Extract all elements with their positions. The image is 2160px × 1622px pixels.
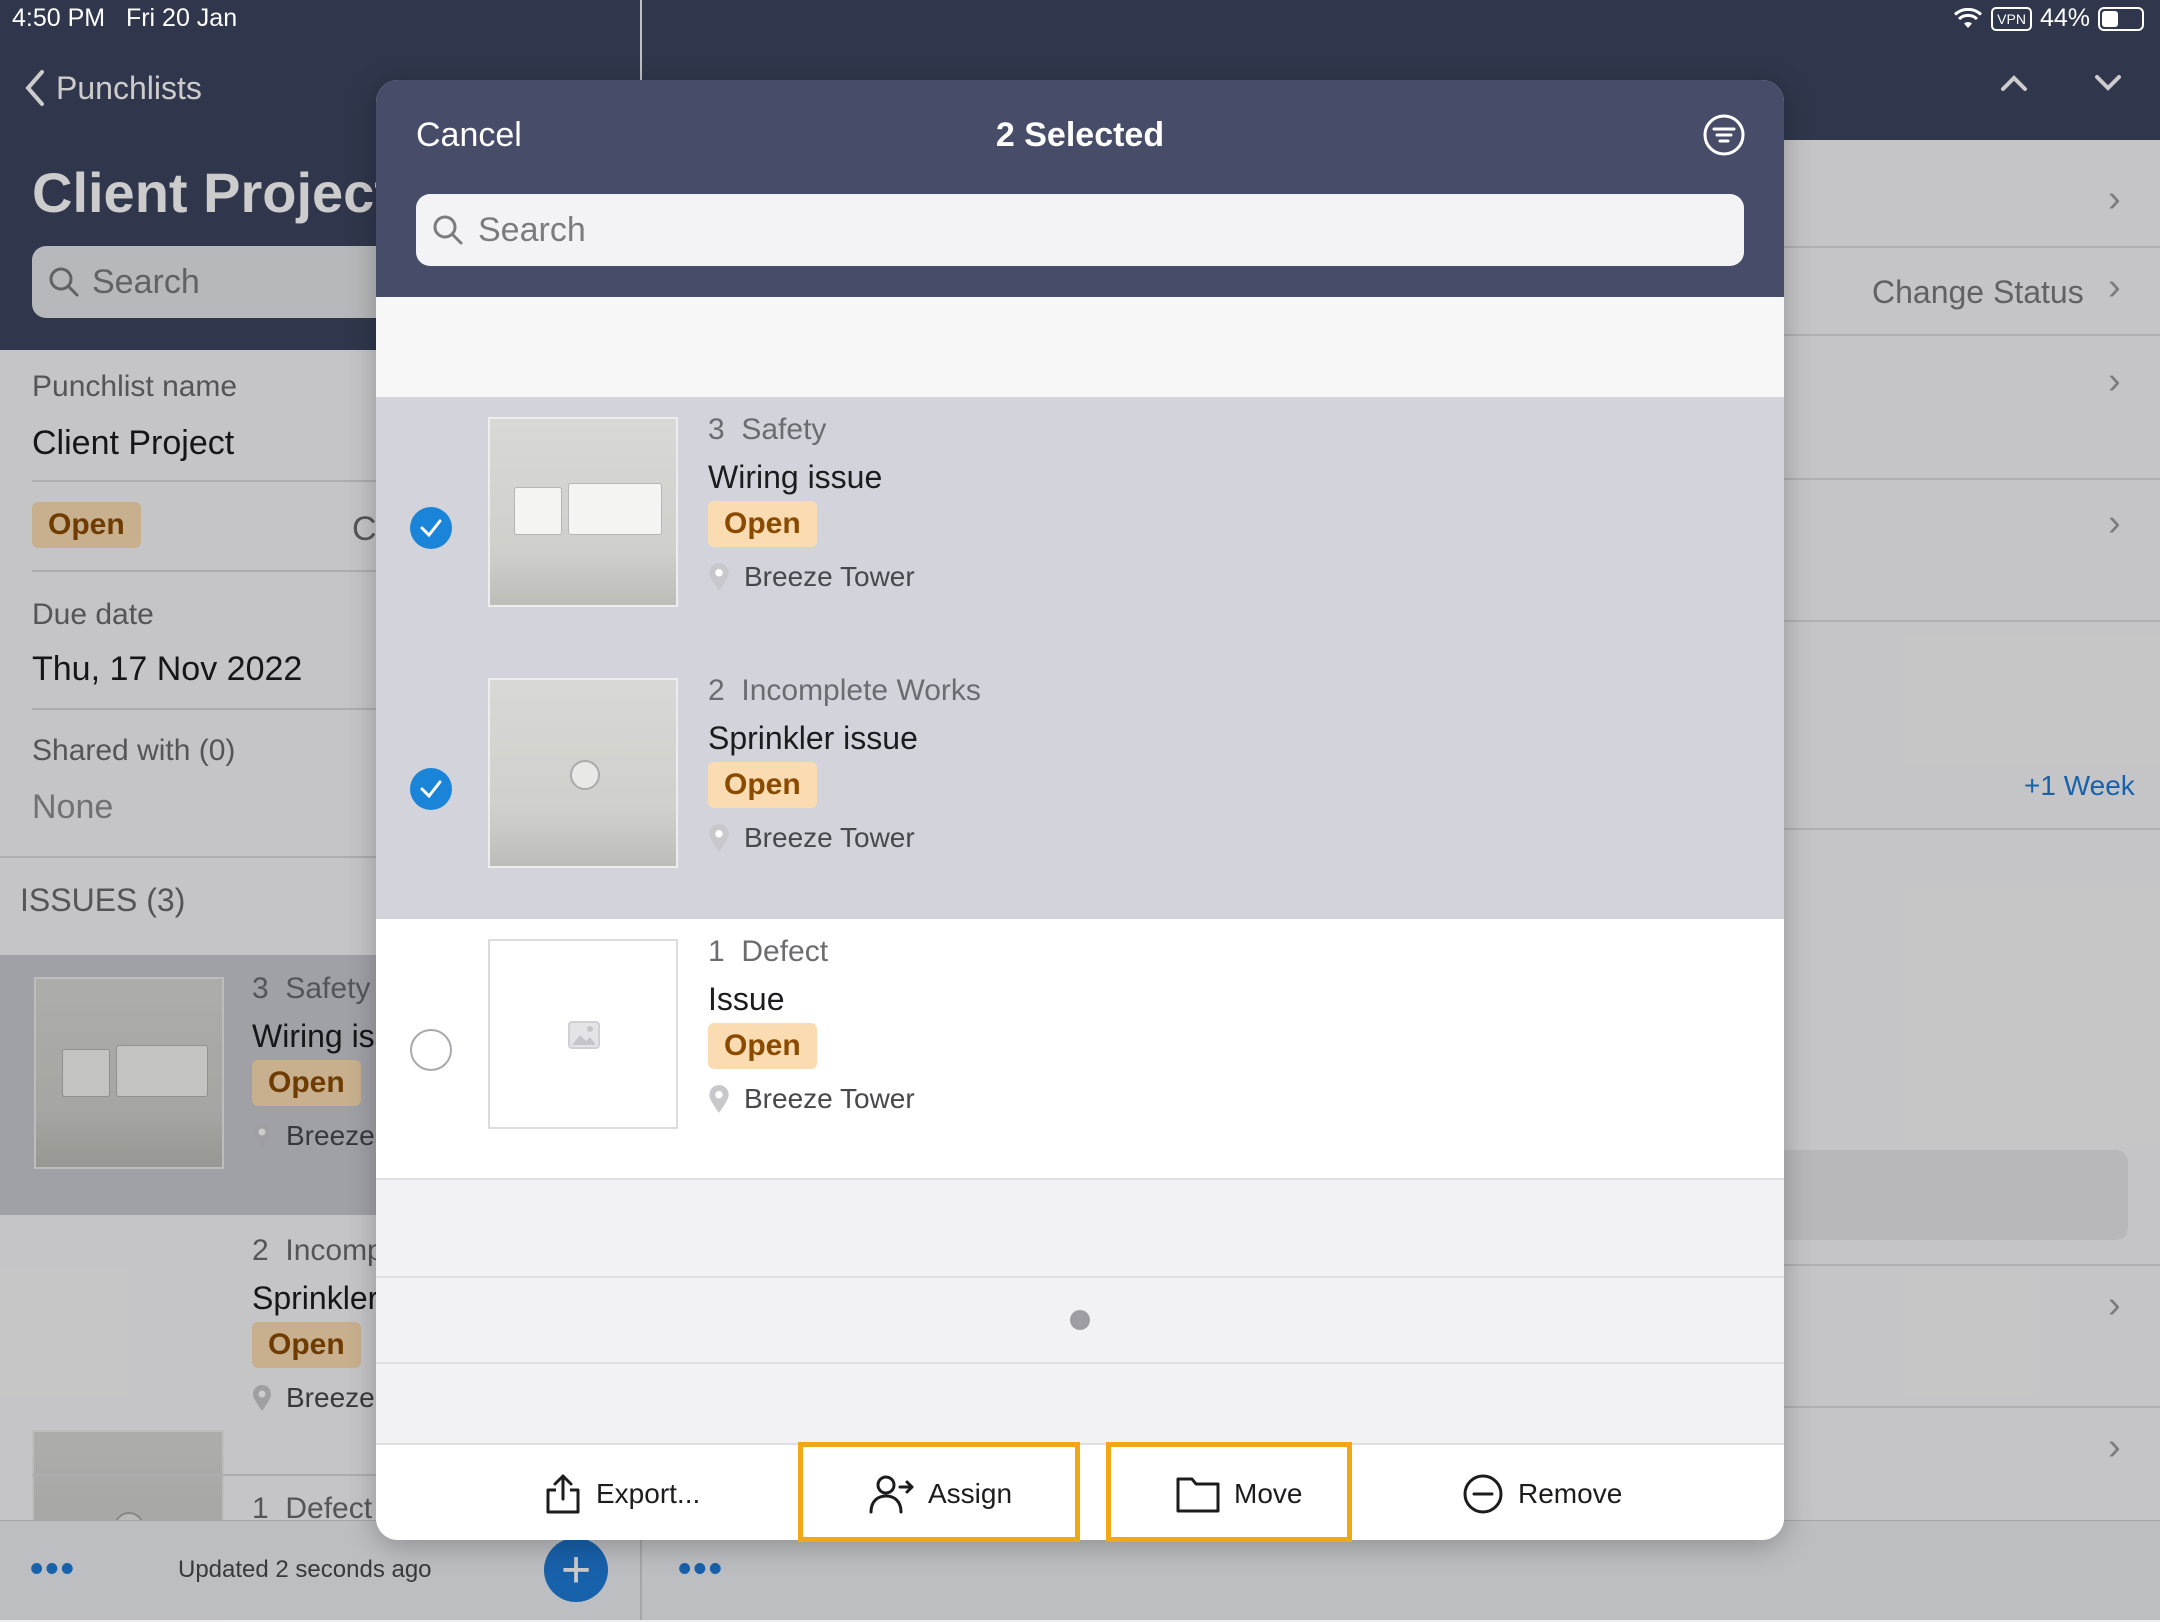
issue-title: Issue — [708, 981, 785, 1017]
checkmark-icon — [420, 519, 442, 538]
issue-thumbnail-placeholder[interactable] — [488, 939, 678, 1129]
checkbox-unchecked[interactable] — [410, 1029, 452, 1071]
image-placeholder-icon — [568, 1021, 600, 1049]
filter-icon — [1703, 114, 1745, 156]
status-badge: Open — [708, 762, 817, 808]
status-badge: Open — [708, 1023, 817, 1069]
action-toolbar: Export... Assign Move Remove — [376, 1443, 1784, 1540]
checkbox-checked[interactable] — [410, 768, 452, 810]
issue-title: Wiring issue — [708, 459, 883, 495]
issue-number-category: 2 Incomplete Works — [708, 674, 981, 707]
issue-location: Breeze Tower — [708, 822, 915, 854]
search-input[interactable]: Search — [416, 194, 1744, 266]
remove-icon — [1463, 1474, 1503, 1513]
status-time: 4:50 PM Fri 20 Jan — [12, 4, 238, 32]
vpn-badge: VPN — [1991, 6, 2032, 31]
location-pin-icon — [709, 824, 729, 852]
status-right: VPN 44% — [1953, 4, 2144, 33]
list-item[interactable]: 3 Safety Wiring issue Open Breeze Tower — [376, 397, 1784, 658]
list-item[interactable]: 1 Defect Issue Open Breeze Tower — [376, 919, 1784, 1180]
location-pin-icon — [709, 1085, 729, 1113]
checkbox-checked[interactable] — [410, 507, 452, 549]
status-bar: 4:50 PM Fri 20 Jan VPN 44% — [0, 0, 2160, 40]
issue-thumbnail[interactable] — [488, 417, 678, 607]
issue-number-category: 1 Defect — [708, 935, 829, 968]
assign-highlight — [798, 1442, 1080, 1542]
page-indicator — [1070, 1310, 1090, 1330]
battery-percent: 44% — [2039, 4, 2090, 32]
location-pin-icon — [709, 563, 729, 591]
search-placeholder: Search — [478, 210, 586, 249]
filter-button[interactable] — [1702, 113, 1746, 157]
share-icon — [546, 1474, 580, 1513]
cancel-button[interactable]: Cancel — [416, 116, 522, 155]
issue-location: Breeze Tower — [708, 1083, 915, 1115]
issue-thumbnail[interactable] — [488, 678, 678, 868]
divider — [376, 1276, 1784, 1278]
export-button[interactable]: Export... — [544, 1445, 700, 1540]
search-icon — [433, 215, 463, 245]
remove-label: Remove — [1518, 1477, 1623, 1509]
status-badge: Open — [708, 501, 817, 547]
export-label: Export... — [596, 1477, 701, 1509]
battery-icon — [2098, 6, 2144, 31]
divider — [376, 1178, 1784, 1180]
move-highlight — [1106, 1442, 1352, 1542]
list-item[interactable]: 2 Incomplete Works Sprinkler issue Open … — [376, 658, 1784, 919]
modal-title: 2 Selected — [995, 116, 1165, 154]
list-top-spacer — [376, 297, 1784, 397]
remove-button[interactable]: Remove — [1462, 1445, 1622, 1540]
issue-number-category: 3 Safety — [708, 413, 827, 446]
checkmark-icon — [420, 780, 442, 799]
divider — [376, 1362, 1784, 1364]
issue-location: Breeze Tower — [708, 561, 915, 593]
issue-title: Sprinkler issue — [708, 720, 918, 756]
wifi-icon — [1954, 7, 1983, 28]
selection-modal: 2 Selected Cancel Search 3 Safety Wiring… — [376, 80, 1784, 1540]
